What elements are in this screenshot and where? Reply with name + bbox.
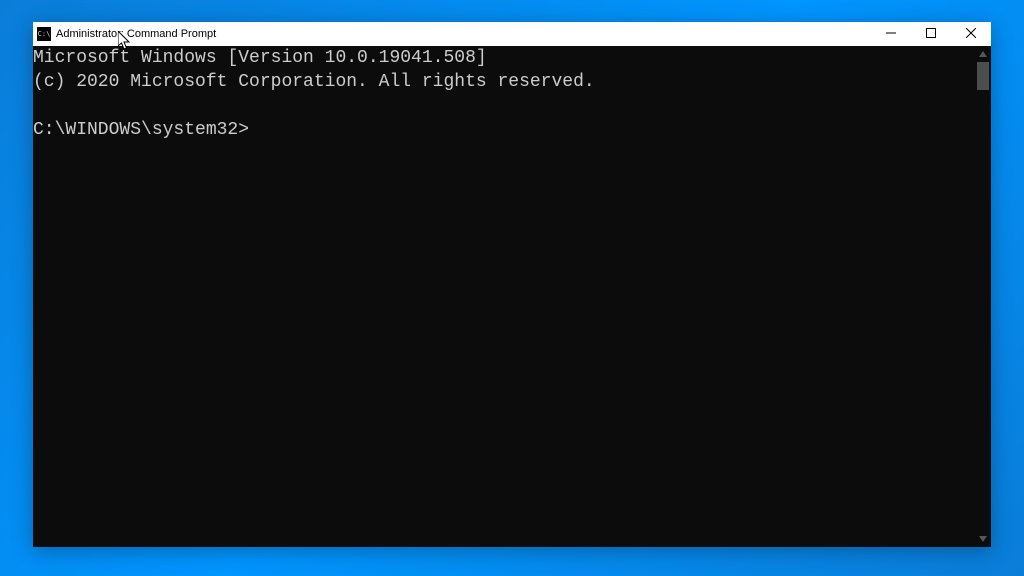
- titlebar[interactable]: C:\ Administrator: Command Prompt: [33, 22, 991, 46]
- scroll-down-arrow-icon[interactable]: [975, 531, 991, 547]
- console-output[interactable]: Microsoft Windows [Version 10.0.19041.50…: [33, 46, 975, 547]
- console-area: Microsoft Windows [Version 10.0.19041.50…: [33, 46, 991, 547]
- scroll-thumb[interactable]: [977, 62, 989, 90]
- vertical-scrollbar[interactable]: [975, 46, 991, 547]
- app-icon-text: C:\: [38, 31, 51, 38]
- command-prompt-window: C:\ Administrator: Command Prompt Micros…: [33, 22, 991, 547]
- scroll-up-arrow-icon[interactable]: [975, 46, 991, 62]
- console-line: Microsoft Windows [Version 10.0.19041.50…: [33, 48, 487, 68]
- console-line: (c) 2020 Microsoft Corporation. All righ…: [33, 72, 595, 92]
- window-controls: [871, 22, 991, 46]
- minimize-button[interactable]: [871, 22, 911, 44]
- command-prompt-icon: C:\: [37, 27, 51, 41]
- close-button[interactable]: [951, 22, 991, 44]
- console-prompt: C:\WINDOWS\system32>: [33, 120, 249, 140]
- window-title: Administrator: Command Prompt: [56, 28, 871, 40]
- maximize-button[interactable]: [911, 22, 951, 44]
